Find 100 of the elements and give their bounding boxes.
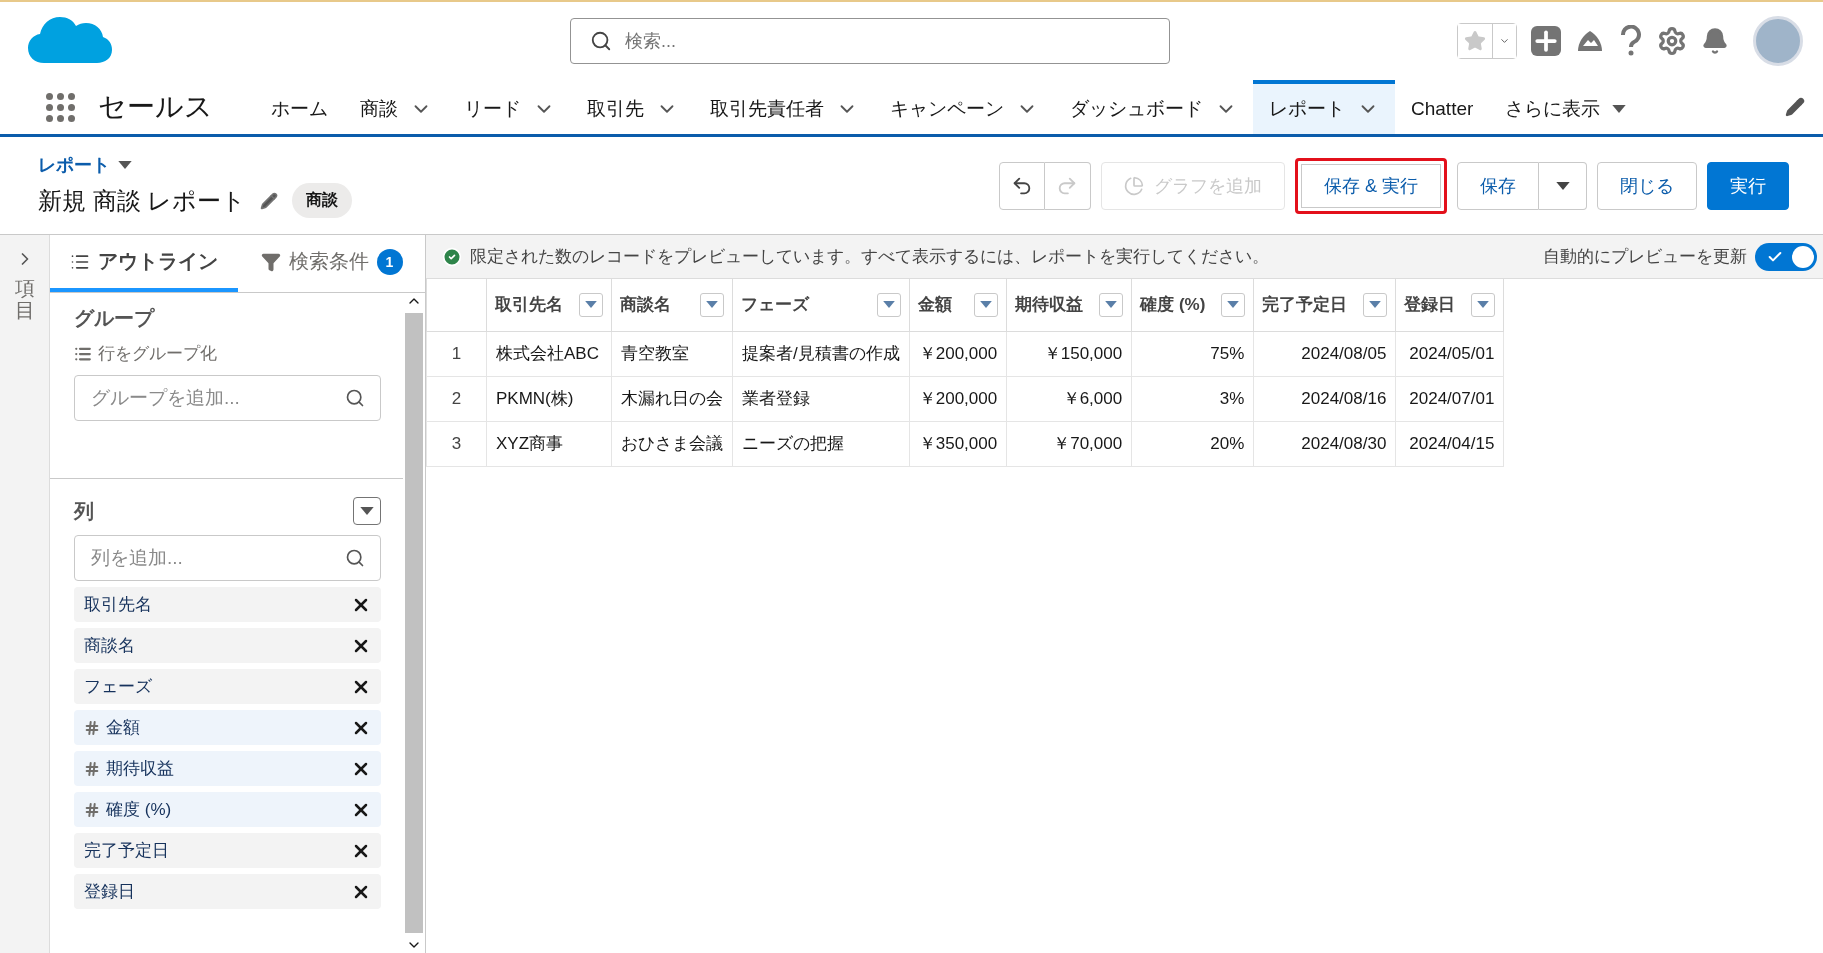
column-menu-button[interactable]: [876, 292, 901, 317]
column-header[interactable]: 取引先名: [486, 279, 612, 331]
action-button[interactable]: 保存 & 実行: [1295, 157, 1447, 214]
rename-button[interactable]: [260, 191, 279, 210]
column-menu-button[interactable]: [579, 292, 603, 317]
caret-icon: [1369, 301, 1382, 309]
column-menu-button[interactable]: [1221, 292, 1246, 317]
action-button[interactable]: 実行: [1707, 161, 1789, 210]
table-cell: おひさま会議: [611, 421, 733, 466]
table-cell: PKMN(株): [486, 376, 612, 421]
action-button[interactable]: 閉じる: [1597, 161, 1697, 210]
group-search-field[interactable]: グループを追加...: [74, 375, 381, 421]
nav-tab-label[interactable]: レポート: [1269, 96, 1345, 122]
table-cell: 2024/07/01: [1395, 376, 1504, 421]
caret-icon: [360, 507, 374, 515]
caret-icon: [1477, 301, 1490, 309]
caret-icon: [585, 301, 597, 309]
column-pill[interactable]: 登録日: [74, 874, 381, 909]
settings-button[interactable]: [1657, 26, 1687, 56]
table-cell: 20%: [1131, 421, 1254, 466]
table-cell: 提案者/見積書の作成: [732, 331, 910, 376]
bell-icon: [1701, 27, 1729, 55]
column-pill[interactable]: 完了予定日: [74, 833, 381, 868]
column-menu-button[interactable]: [1471, 292, 1496, 317]
nav-tab-label[interactable]: Chatter: [1411, 98, 1474, 120]
caret-icon: [1227, 301, 1240, 309]
pencil-icon: [260, 191, 279, 210]
column-header[interactable]: フェーズ: [732, 279, 910, 331]
nav-tab[interactable]: 取引先: [571, 80, 694, 134]
table-cell: ￥6,000: [1006, 376, 1132, 421]
search-field[interactable]: 検索...: [570, 18, 1170, 64]
group-rows-hint: 行をグループ化: [74, 342, 381, 365]
table-cell: 2024/08/30: [1253, 421, 1396, 466]
column-menu-button[interactable]: [974, 292, 999, 317]
chart-icon: [1124, 175, 1144, 196]
column-search-field[interactable]: 列を追加...: [74, 535, 381, 581]
nav-tab[interactable]: Chatter: [1395, 80, 1490, 134]
nav-tab-label[interactable]: 取引先責任者: [710, 96, 824, 122]
table-cell: XYZ商事: [486, 421, 612, 466]
caret-icon: [118, 161, 132, 169]
column-header[interactable]: 期待収益: [1006, 279, 1132, 331]
table-cell: 業者登録: [732, 376, 910, 421]
caret-icon: [882, 301, 895, 309]
column-menu-button[interactable]: [1363, 292, 1388, 317]
hash-icon: [84, 801, 100, 818]
nav-tab[interactable]: ダッシュボード: [1054, 80, 1253, 134]
add-button[interactable]: [1531, 26, 1561, 56]
column-header[interactable]: 確度 (%): [1131, 279, 1254, 331]
column-header[interactable]: 登録日: [1395, 279, 1504, 331]
notifications-button[interactable]: [1701, 27, 1729, 55]
column-pill[interactable]: 商談名: [74, 628, 381, 663]
column-header[interactable]: 金額: [909, 279, 1007, 331]
row-number: 1: [426, 331, 487, 376]
column-pill[interactable]: 金額: [74, 710, 381, 745]
table-cell: 75%: [1131, 331, 1254, 376]
nav-tab[interactable]: レポート: [1253, 80, 1395, 134]
auto-update-label: 自動的にプレビューを更新: [1543, 246, 1747, 268]
nav-tab[interactable]: 商談: [344, 80, 448, 134]
column-menu-button[interactable]: [700, 292, 724, 317]
nav-tab-label[interactable]: ホーム: [271, 96, 328, 122]
undo-button[interactable]: [999, 161, 1045, 210]
settings-icon: [1657, 26, 1687, 56]
save-menu-button[interactable]: [1539, 161, 1587, 210]
table-cell: ￥150,000: [1006, 331, 1132, 376]
column-pill[interactable]: 確度 (%): [74, 792, 381, 827]
nav-tab-label[interactable]: 取引先: [587, 96, 644, 122]
nav-tab[interactable]: ホーム: [255, 80, 344, 134]
auto-update-toggle[interactable]: [1755, 242, 1817, 271]
nav-tab-label[interactable]: ダッシュボード: [1070, 96, 1203, 122]
nav-tab-label[interactable]: 商談: [360, 96, 398, 122]
table-cell: 株式会社ABC: [486, 331, 612, 376]
nav-tab[interactable]: リード: [448, 80, 571, 134]
search-icon: [345, 548, 365, 568]
help-button[interactable]: [1619, 25, 1643, 57]
column-menu-button[interactable]: [353, 497, 381, 525]
nav-tab[interactable]: さらに表示: [1489, 80, 1643, 134]
caret-icon: [1612, 105, 1627, 113]
count-badge: 1: [376, 248, 403, 275]
table-cell: ￥70,000: [1006, 421, 1132, 466]
table-cell: ￥200,000: [909, 376, 1007, 421]
column-menu-button[interactable]: [1099, 292, 1124, 317]
column-pill[interactable]: フェーズ: [74, 669, 381, 704]
nav-tab[interactable]: キャンペーン: [874, 80, 1054, 134]
column-header[interactable]: 完了予定日: [1253, 279, 1396, 331]
nav-tab[interactable]: 取引先責任者: [694, 80, 874, 134]
table-cell: 2024/05/01: [1395, 331, 1504, 376]
star-icon: [1464, 30, 1486, 52]
table-cell: 2024/08/16: [1253, 376, 1396, 421]
column-pill[interactable]: 期待収益: [74, 751, 381, 786]
row-number: 3: [426, 421, 487, 466]
column-pill[interactable]: 取引先名: [74, 587, 381, 622]
nav-tab-label[interactable]: キャンペーン: [890, 96, 1004, 122]
fields-panel-label[interactable]: 項目: [14, 277, 35, 321]
save-button[interactable]: 保存: [1457, 161, 1539, 210]
breadcrumb-link[interactable]: レポート: [38, 153, 110, 177]
column-header[interactable]: 商談名: [611, 279, 733, 331]
nav-tab-label[interactable]: さらに表示: [1505, 96, 1601, 122]
nav-tab-label[interactable]: リード: [464, 96, 521, 122]
search-icon: [590, 30, 612, 52]
nav-menu-button[interactable]: [1612, 105, 1627, 113]
